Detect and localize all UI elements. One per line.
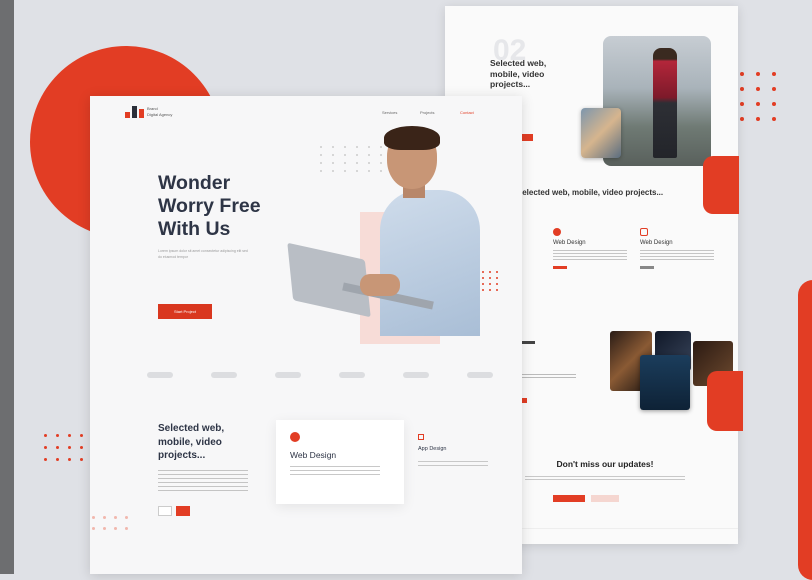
app-design-title: App Design — [418, 446, 447, 452]
read-more-link[interactable] — [640, 266, 654, 269]
portfolio-thumbnail — [581, 108, 621, 158]
decorative-dots-bottom — [92, 516, 128, 530]
partial-text — [521, 374, 576, 380]
client-logo — [192, 368, 256, 382]
client-logo — [384, 368, 448, 382]
nav-link-contact[interactable]: Contact — [460, 110, 474, 115]
top-projects-heading: Selected web, mobile, video projects... — [490, 58, 547, 90]
web-design-icon — [290, 432, 300, 442]
hero-image-man-with-laptop — [287, 124, 480, 336]
partial-heading — [521, 341, 535, 344]
client-logo — [256, 368, 320, 382]
app-design-icon — [418, 434, 424, 440]
projects-heading: Selected web, mobile, video projects... — [158, 423, 225, 461]
nav-link-services[interactable]: Services — [382, 110, 397, 115]
app-design-icon — [640, 228, 648, 236]
decorative-red-shape — [798, 280, 812, 580]
decorative-red-dots — [482, 271, 499, 291]
service-card-text — [640, 250, 714, 260]
app-design-text — [418, 461, 488, 469]
service-card[interactable]: Web Design — [553, 228, 627, 278]
brand-name: Brand Digital Agency — [147, 106, 172, 117]
subscribe-heading: Don't miss our updates! — [556, 459, 654, 469]
next-arrow-button[interactable] — [176, 506, 190, 516]
subscribe-text — [525, 476, 685, 482]
secondary-button[interactable] — [591, 495, 619, 502]
service-card-title: Web Design — [553, 240, 586, 246]
web-design-card[interactable]: Web Design — [276, 420, 404, 504]
left-edge-bar — [0, 0, 14, 574]
prev-arrow-button[interactable] — [158, 506, 172, 516]
web-design-icon — [553, 228, 561, 236]
client-logo — [448, 368, 512, 382]
client-logo — [128, 368, 192, 382]
decorative-dots-top-right — [740, 72, 776, 121]
read-more-link[interactable] — [553, 266, 567, 269]
web-design-text — [290, 466, 380, 476]
decorative-dots-left — [44, 434, 83, 461]
projects-heading: Selected web, mobile, video projects... — [516, 188, 664, 197]
logo-icon[interactable] — [125, 106, 144, 118]
nav-link-projects[interactable]: Projects — [420, 110, 434, 115]
service-card-text — [553, 250, 627, 260]
main-page-mockup: Brand Digital Agency Services Projects C… — [90, 96, 522, 574]
hero-text: Lorem ipsum dolor sit amet consectetur a… — [158, 249, 248, 259]
hero-title: Wonder Worry Free With Us — [158, 172, 261, 240]
client-logo — [320, 368, 384, 382]
brand-line-2: Digital Agency — [147, 111, 173, 117]
service-card[interactable]: Web Design — [640, 228, 714, 278]
decorative-red-block — [703, 156, 739, 214]
decorative-red-block — [707, 371, 743, 431]
subscribe-button[interactable] — [553, 495, 585, 502]
projects-text — [158, 470, 248, 492]
start-project-button[interactable]: Start Project — [158, 304, 212, 319]
service-card-title: Web Design — [640, 240, 673, 246]
client-logos — [128, 368, 512, 382]
web-design-title: Web Design — [290, 450, 337, 460]
